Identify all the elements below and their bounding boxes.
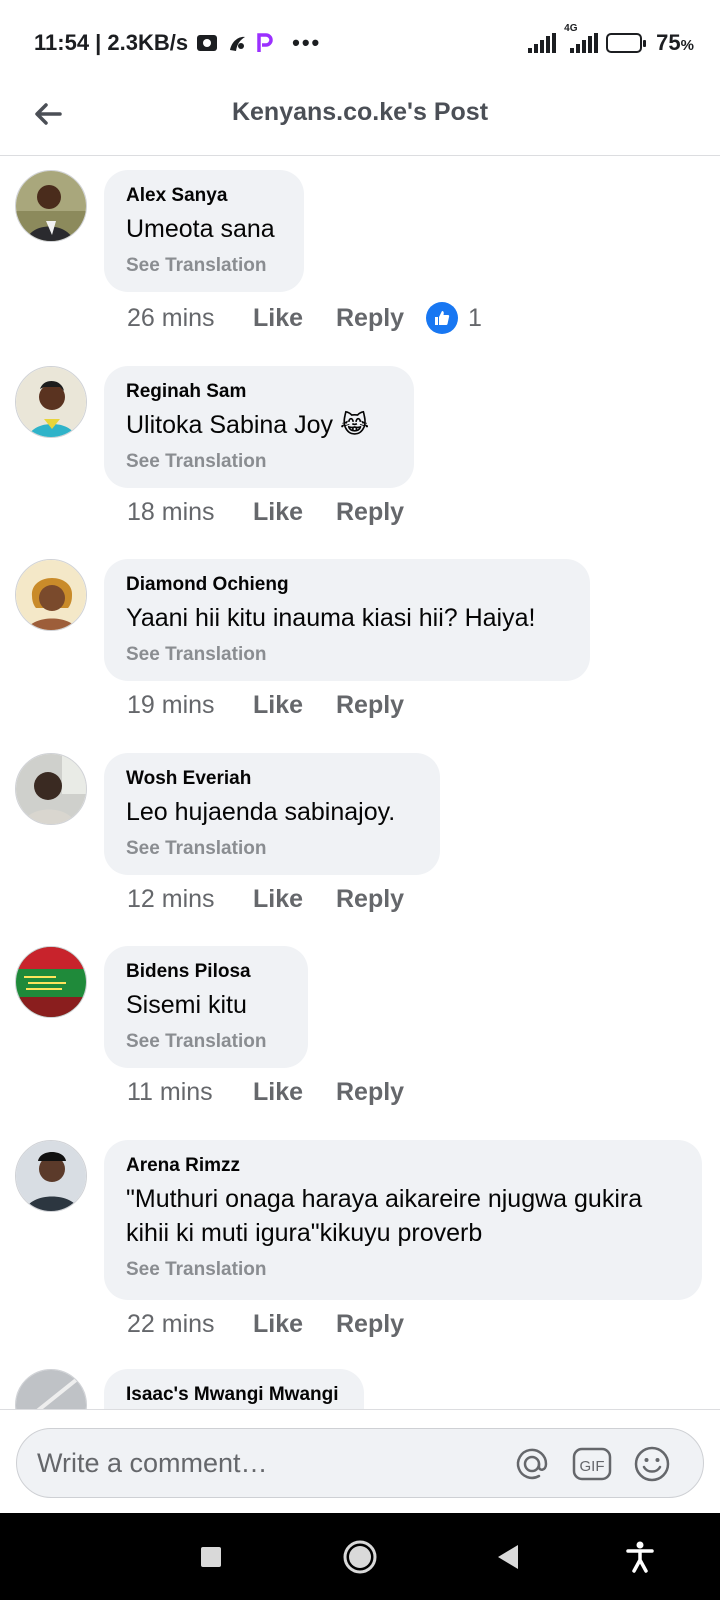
like-button[interactable]: Like bbox=[253, 304, 336, 333]
back-nav-button[interactable] bbox=[486, 1535, 530, 1579]
like-button[interactable]: Like bbox=[253, 1078, 336, 1107]
reaction-count: 1 bbox=[468, 303, 482, 332]
comment-text: "Muthuri onaga haraya aikareire njugwa g… bbox=[126, 1182, 680, 1250]
comment-actions: 11 mins Like Reply bbox=[127, 1078, 426, 1107]
avatar[interactable] bbox=[15, 946, 87, 1018]
comment-time: 19 mins bbox=[127, 691, 215, 719]
photo-notification-icon bbox=[196, 33, 218, 53]
comment-author[interactable]: Diamond Ochieng bbox=[126, 573, 568, 597]
comment-text: Ulitoka Sabina Joy 😹 bbox=[126, 411, 370, 439]
reply-button[interactable]: Reply bbox=[336, 691, 426, 720]
comment-text: Umeota sana bbox=[126, 215, 275, 243]
comment-time: 18 mins bbox=[127, 498, 215, 526]
gif-icon-label: GIF bbox=[580, 1458, 605, 1475]
comment-author[interactable]: Bidens Pilosa bbox=[126, 960, 286, 984]
like-button[interactable]: Like bbox=[253, 1310, 336, 1339]
avatar[interactable] bbox=[15, 1369, 87, 1409]
comment-author[interactable]: Alex Sanya bbox=[126, 184, 282, 208]
comment-bubble: Arena Rimzz "Muthuri onaga haraya aikare… bbox=[104, 1140, 702, 1300]
smiley-icon[interactable] bbox=[631, 1443, 673, 1485]
see-translation-link[interactable]: See Translation bbox=[126, 837, 418, 861]
comment-text-line: "Muthuri onaga haraya aikareire njugwa g… bbox=[126, 1185, 643, 1213]
page-title: Kenyans.co.ke's Post bbox=[231, 98, 489, 126]
like-button[interactable]: Like bbox=[253, 691, 336, 720]
avatar[interactable] bbox=[15, 753, 87, 825]
comment-time: 26 mins bbox=[127, 303, 215, 332]
avatar[interactable] bbox=[15, 170, 87, 242]
reply-button[interactable]: Reply bbox=[336, 304, 426, 333]
avatar[interactable] bbox=[15, 559, 87, 631]
reply-button[interactable]: Reply bbox=[336, 885, 426, 914]
comment-time: 12 mins bbox=[127, 885, 215, 913]
post-header: Kenyans.co.ke's Post bbox=[0, 86, 720, 156]
signal-4g-icon: 4G bbox=[564, 23, 599, 53]
like-button[interactable]: Like bbox=[253, 885, 336, 914]
reply-button[interactable]: Reply bbox=[336, 1310, 426, 1339]
see-translation-link[interactable]: See Translation bbox=[126, 450, 392, 474]
comment-text: Sisemi kitu bbox=[126, 991, 247, 1019]
laughing-cat-emoji: 😹 bbox=[340, 411, 370, 439]
thumbs-up-icon bbox=[426, 302, 458, 334]
comment-actions: 22 mins Like Reply bbox=[127, 1310, 426, 1339]
comment-text-line: kihii ki muti igura"kikuyu proverb bbox=[126, 1219, 483, 1247]
signal-icon bbox=[528, 33, 557, 53]
comment-author[interactable]: Wosh Everiah bbox=[126, 767, 418, 791]
comment-author[interactable]: Reginah Sam bbox=[126, 380, 392, 404]
comment-author[interactable]: Arena Rimzz bbox=[126, 1154, 680, 1178]
reaction-summary[interactable]: 1 bbox=[426, 302, 482, 334]
comment-time: 11 mins bbox=[127, 1078, 213, 1106]
comment-item: Isaac's Mwangi Mwangi bbox=[0, 1369, 720, 1409]
recents-button[interactable] bbox=[189, 1535, 233, 1579]
avatar[interactable] bbox=[15, 366, 87, 438]
comment-author[interactable]: Isaac's Mwangi Mwangi bbox=[126, 1383, 342, 1407]
comment-input[interactable] bbox=[37, 1429, 497, 1497]
see-translation-link[interactable]: See Translation bbox=[126, 1030, 286, 1054]
accessibility-icon bbox=[626, 1541, 654, 1573]
see-translation-link[interactable]: See Translation bbox=[126, 254, 282, 278]
comment-actions: 19 mins Like Reply bbox=[127, 691, 426, 720]
status-time: 11:54 | 2.3KB/s bbox=[34, 30, 189, 55]
comment-actions: 18 mins Like Reply bbox=[127, 498, 426, 527]
comment-bubble: Wosh Everiah Leo hujaenda sabinajoy. See… bbox=[104, 753, 440, 875]
gif-icon[interactable]: GIF bbox=[571, 1443, 613, 1485]
status-bar: 11:54 | 2.3KB/s ••• 4G 75% bbox=[0, 0, 720, 86]
see-translation-link[interactable]: See Translation bbox=[126, 643, 568, 667]
system-nav-bar bbox=[0, 1513, 720, 1600]
comment-time: 22 mins bbox=[127, 1310, 215, 1338]
more-notifications-icon: ••• bbox=[292, 30, 322, 55]
comment-text: Yaani hii kitu inauma kiasi hii? Haiya! bbox=[126, 604, 536, 632]
p-app-notification-icon bbox=[256, 32, 274, 54]
comment-text: Leo hujaenda sabinajoy. bbox=[126, 798, 396, 826]
square-icon bbox=[201, 1547, 221, 1567]
home-button[interactable] bbox=[338, 1535, 382, 1579]
battery-icon bbox=[606, 33, 647, 53]
comment-actions: 26 mins Like Reply 1 bbox=[127, 302, 482, 334]
battery-percent: 75% bbox=[656, 30, 694, 55]
comment-bubble: Alex Sanya Umeota sana See Translation bbox=[104, 170, 304, 292]
accessibility-button[interactable] bbox=[618, 1535, 662, 1579]
comment-input-wrapper: GIF bbox=[16, 1428, 704, 1498]
status-left: 11:54 | 2.3KB/s ••• bbox=[34, 30, 321, 56]
comment-actions: 12 mins Like Reply bbox=[127, 885, 426, 914]
comment-composer: GIF bbox=[0, 1409, 720, 1513]
comment-bubble: Reginah Sam Ulitoka Sabina Joy 😹 See Tra… bbox=[104, 366, 414, 488]
reply-button[interactable]: Reply bbox=[336, 1078, 426, 1107]
reply-button[interactable]: Reply bbox=[336, 498, 426, 527]
avatar[interactable] bbox=[15, 1140, 87, 1212]
app-notification-icon bbox=[226, 32, 248, 54]
triangle-back-icon bbox=[498, 1545, 518, 1569]
like-button[interactable]: Like bbox=[253, 498, 336, 527]
comment-bubble: Bidens Pilosa Sisemi kitu See Translatio… bbox=[104, 946, 308, 1068]
status-right: 4G 75% bbox=[528, 23, 694, 56]
at-icon[interactable] bbox=[511, 1443, 553, 1485]
comment-bubble: Isaac's Mwangi Mwangi bbox=[104, 1369, 364, 1409]
comment-bubble: Diamond Ochieng Yaani hii kitu inauma ki… bbox=[104, 559, 590, 681]
home-circle-icon bbox=[343, 1540, 377, 1574]
see-translation-link[interactable]: See Translation bbox=[126, 1258, 680, 1282]
